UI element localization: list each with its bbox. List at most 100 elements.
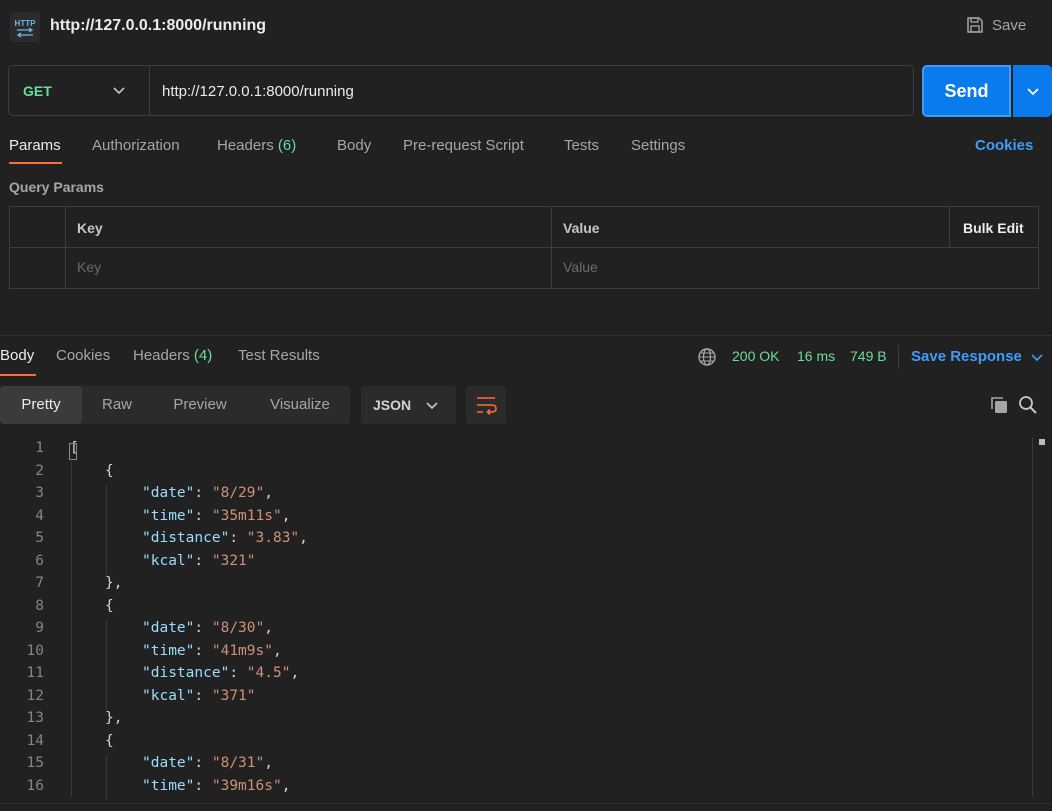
wrap-lines-icon (477, 397, 497, 416)
json-value: "3.83" (246, 530, 300, 546)
send-options-button[interactable] (1013, 65, 1052, 117)
code-line: "distance": "3.83", (142, 530, 308, 546)
code-line: }, (105, 575, 122, 591)
headers-count-badge: (6) (277, 137, 297, 154)
response-tab-headers-label: Headers (133, 347, 190, 364)
format-select[interactable]: JSON (361, 386, 456, 424)
code-line: { (105, 598, 114, 614)
json-punctuation: }, (105, 710, 123, 726)
view-pretty-button[interactable]: Pretty (0, 386, 82, 424)
json-value: "8/30" (211, 620, 265, 636)
json-value: "41m9s" (211, 642, 273, 659)
line-number: 1 (35, 440, 44, 456)
json-key: "kcal" (142, 552, 195, 569)
json-punctuation: , (299, 530, 308, 546)
http-request-icon: HTTP (10, 12, 40, 42)
json-punctuation: : (229, 665, 247, 681)
tab-tests[interactable]: Tests (564, 137, 599, 154)
view-visualize-button[interactable]: Visualize (256, 386, 344, 424)
line-number: 10 (26, 642, 44, 659)
response-time[interactable]: 16 ms (797, 348, 835, 364)
json-punctuation: { (105, 597, 114, 614)
view-preview-button[interactable]: Preview (160, 386, 240, 424)
chevron-down-icon[interactable] (1030, 350, 1044, 364)
json-punctuation: , (264, 620, 273, 636)
active-tab-indicator (9, 162, 62, 164)
json-key: "time" (142, 777, 195, 794)
scrollbar-thumb[interactable] (1039, 439, 1045, 445)
globe-icon[interactable] (697, 347, 717, 367)
chevron-down-icon (426, 402, 438, 410)
tab-params[interactable]: Params (9, 137, 61, 154)
json-punctuation: , (281, 507, 291, 524)
save-icon (967, 17, 983, 33)
json-key: "time" (142, 507, 195, 524)
tab-body[interactable]: Body (337, 137, 371, 154)
line-number: 15 (26, 755, 44, 771)
request-title[interactable]: http://127.0.0.1:8000/running (50, 17, 266, 35)
json-punctuation: : (194, 485, 212, 501)
search-icon[interactable] (1018, 395, 1038, 415)
response-tab-cookies[interactable]: Cookies (56, 347, 110, 364)
value-input[interactable]: Value (563, 259, 598, 275)
json-punctuation: { (105, 732, 114, 749)
cookies-link[interactable]: Cookies (975, 137, 1033, 154)
method-select[interactable]: GET (9, 66, 150, 115)
save-button[interactable]: Save (966, 16, 1026, 34)
code-line: { (105, 463, 114, 479)
response-size[interactable]: 749 B (850, 348, 887, 364)
json-punctuation: , (290, 665, 300, 681)
table-divider (551, 207, 552, 288)
tab-settings[interactable]: Settings (631, 137, 685, 154)
json-key: "date" (142, 620, 195, 636)
json-punctuation: , (272, 642, 282, 659)
tab-authorization[interactable]: Authorization (92, 137, 180, 154)
send-button[interactable]: Send (922, 65, 1011, 117)
request-header: HTTP http://127.0.0.1:8000/running Save (0, 0, 1052, 52)
json-key: "time" (142, 642, 195, 659)
code-line: { (105, 733, 114, 749)
copy-icon[interactable] (989, 395, 1009, 415)
table-divider (65, 207, 66, 288)
json-punctuation: : (229, 530, 247, 546)
json-value: "321" (211, 552, 256, 569)
code-line: "date": "8/30", (142, 620, 273, 636)
line-number: 4 (35, 507, 44, 524)
url-input[interactable] (162, 81, 902, 101)
save-label: Save (992, 16, 1027, 34)
vertical-scrollbar[interactable] (1032, 437, 1049, 797)
view-raw-button[interactable]: Raw (90, 386, 144, 424)
response-tab-test-results[interactable]: Test Results (238, 347, 320, 364)
key-column-header: Key (77, 220, 103, 236)
wrap-lines-button[interactable] (466, 386, 506, 424)
tab-headers[interactable]: Headers (6) (217, 137, 296, 154)
json-value: "4.5" (246, 665, 291, 681)
json-punctuation: : (194, 777, 212, 794)
bulk-edit-button[interactable]: Bulk Edit (963, 220, 1024, 236)
json-punctuation: : (194, 620, 212, 636)
value-column-header: Value (563, 220, 600, 236)
save-response-button[interactable]: Save Response (911, 348, 1022, 365)
json-punctuation: : (194, 687, 212, 704)
json-punctuation: : (194, 755, 212, 771)
json-punctuation: { (105, 462, 114, 479)
response-tab-body[interactable]: Body (0, 347, 34, 364)
tab-pre-request-script[interactable]: Pre-request Script (403, 137, 524, 154)
line-number: 16 (26, 777, 44, 794)
indent-guide (106, 755, 107, 800)
indent-guide (71, 462, 72, 797)
view-mode-segmented-control: Pretty Raw Preview Visualize (0, 386, 350, 424)
json-punctuation: : (194, 507, 212, 524)
line-number: 14 (26, 732, 44, 749)
line-number: 2 (35, 462, 44, 479)
response-tab-headers[interactable]: Headers (4) (133, 347, 212, 364)
active-tab-indicator (0, 374, 36, 376)
key-input[interactable]: Key (77, 259, 101, 275)
line-number: 11 (26, 665, 44, 681)
response-body-viewer[interactable]: 1[2{3 "date": "8/29", 4 "time": "35m11s", 5 "… (0, 440, 1030, 800)
code-line: "time": "39m16s", (142, 778, 290, 794)
json-key: "date" (142, 485, 195, 501)
line-number: 5 (35, 530, 44, 546)
status-badge[interactable]: 200 OK (732, 348, 779, 364)
bottom-divider (0, 803, 1052, 804)
